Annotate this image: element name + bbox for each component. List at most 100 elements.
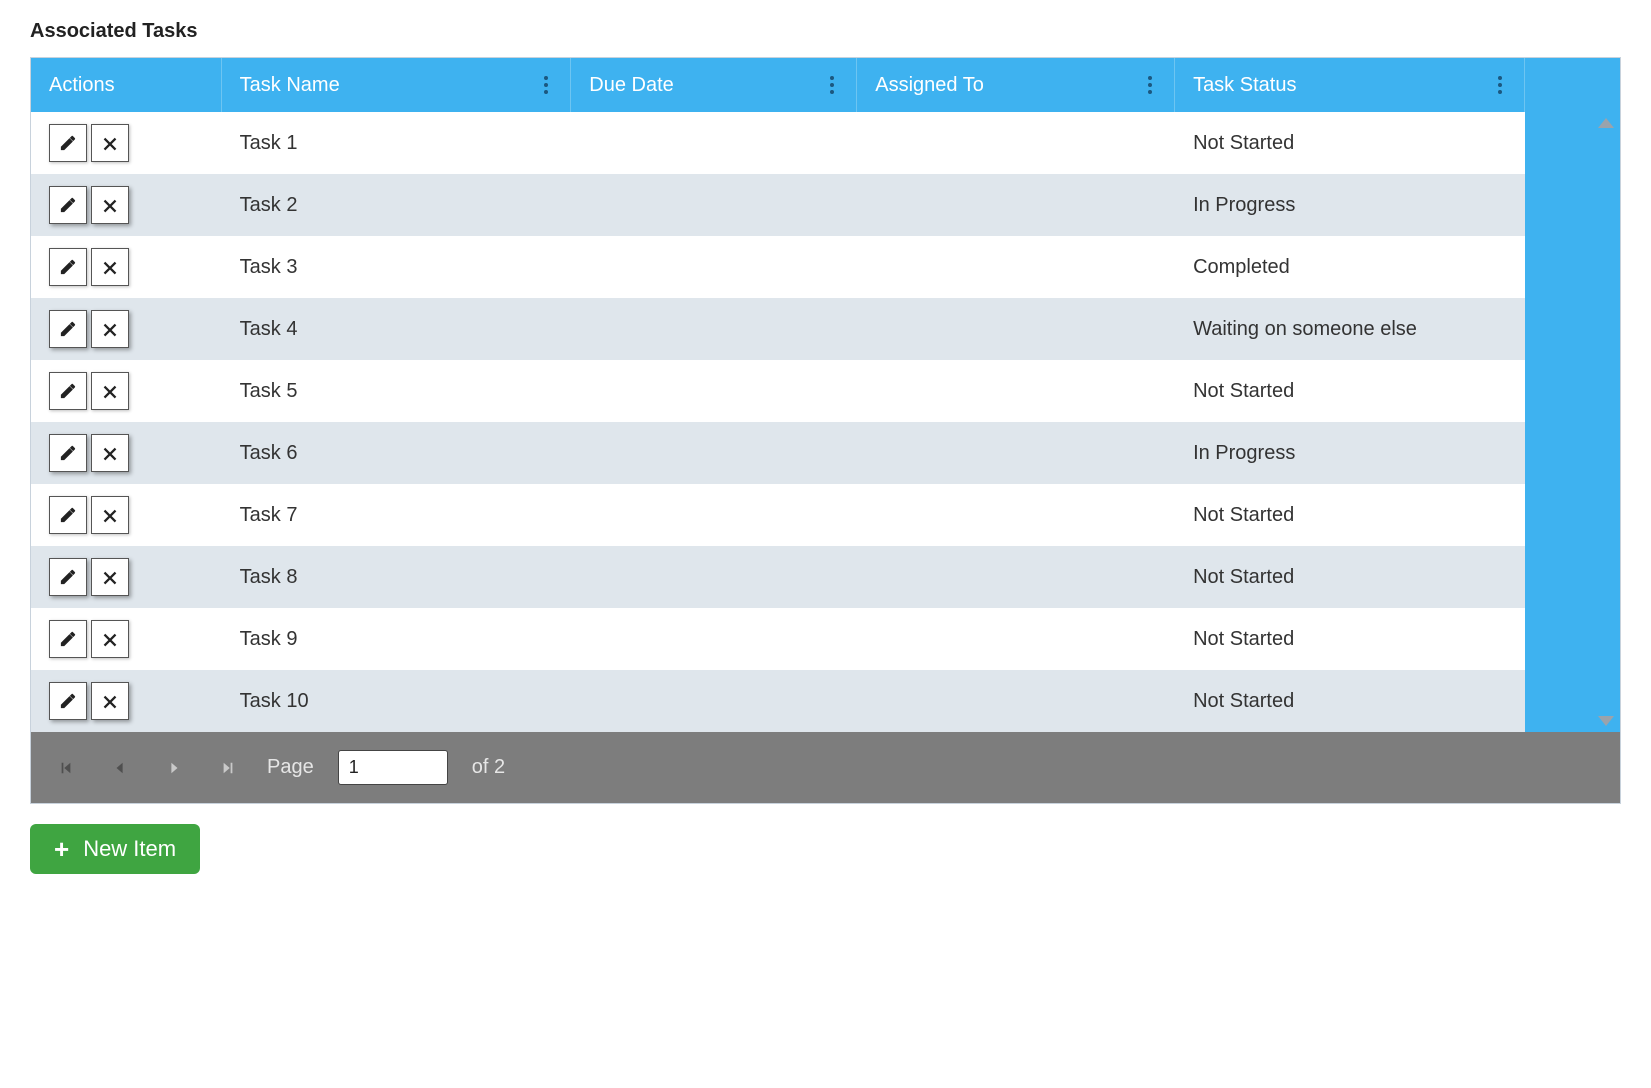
footer: + New Item — [30, 824, 1621, 874]
cell-actions — [31, 484, 222, 546]
cell-actions — [31, 360, 222, 422]
pencil-icon — [59, 444, 77, 462]
cell-task-status: Not Started — [1175, 112, 1525, 174]
edit-button[interactable] — [49, 682, 87, 720]
close-icon — [101, 258, 119, 276]
cell-actions — [31, 236, 222, 298]
edit-button[interactable] — [49, 558, 87, 596]
cell-task-name: Task 9 — [222, 608, 572, 670]
column-header-label: Actions — [49, 74, 115, 97]
cell-task-name: Task 1 — [222, 112, 572, 174]
cell-filler — [1525, 608, 1620, 670]
column-header-assigned-to[interactable]: Assigned To — [857, 58, 1175, 112]
column-header-filler — [1525, 58, 1620, 112]
pager-last-icon — [221, 761, 235, 775]
delete-button[interactable] — [91, 620, 129, 658]
pencil-icon — [59, 506, 77, 524]
close-icon — [101, 568, 119, 586]
cell-filler — [1525, 546, 1620, 608]
cell-filler — [1525, 422, 1620, 484]
edit-button[interactable] — [49, 434, 87, 472]
pager-prev-icon — [113, 761, 127, 775]
pager-first-button[interactable] — [51, 757, 81, 779]
cell-due-date — [571, 236, 857, 298]
cell-task-name: Task 8 — [222, 546, 572, 608]
delete-button[interactable] — [91, 434, 129, 472]
cell-due-date — [571, 608, 857, 670]
grid-body: Task 1 Not Started Task 2 In ProgressTask 3… — [31, 112, 1620, 732]
pager-first-icon — [59, 761, 73, 775]
pencil-icon — [59, 692, 77, 710]
cell-task-name: Task 2 — [222, 174, 572, 236]
cell-task-name: Task 5 — [222, 360, 572, 422]
pager-page-input[interactable] — [338, 750, 448, 785]
table-row: Task 3Completed — [31, 236, 1620, 298]
column-header-label: Task Name — [240, 74, 340, 97]
delete-button[interactable] — [91, 186, 129, 224]
cell-actions — [31, 112, 222, 174]
scroll-down-icon[interactable] — [1598, 716, 1614, 726]
cell-filler — [1525, 360, 1620, 422]
pager-total-label: of 2 — [472, 756, 505, 779]
cell-due-date — [571, 112, 857, 174]
cell-assigned-to — [857, 360, 1175, 422]
table-row: Task 7Not Started — [31, 484, 1620, 546]
cell-due-date — [571, 298, 857, 360]
close-icon — [101, 196, 119, 214]
table-row: Task 6In Progress — [31, 422, 1620, 484]
pager-last-button[interactable] — [213, 757, 243, 779]
close-icon — [101, 134, 119, 152]
edit-button[interactable] — [49, 372, 87, 410]
column-header-actions[interactable]: Actions — [31, 58, 222, 112]
scroll-up-icon[interactable] — [1598, 118, 1614, 128]
column-menu-icon[interactable] — [1144, 72, 1156, 98]
cell-filler — [1525, 484, 1620, 546]
cell-task-status: In Progress — [1175, 174, 1525, 236]
column-menu-icon[interactable] — [826, 72, 838, 98]
column-menu-icon[interactable] — [540, 72, 552, 98]
delete-button[interactable] — [91, 558, 129, 596]
edit-button[interactable] — [49, 124, 87, 162]
edit-button[interactable] — [49, 186, 87, 224]
delete-button[interactable] — [91, 248, 129, 286]
plus-icon: + — [54, 836, 69, 862]
edit-button[interactable] — [49, 496, 87, 534]
column-header-label: Due Date — [589, 74, 674, 97]
cell-task-status: Waiting on someone else — [1175, 298, 1525, 360]
column-header-task-name[interactable]: Task Name — [222, 58, 572, 112]
cell-due-date — [571, 422, 857, 484]
edit-button[interactable] — [49, 248, 87, 286]
cell-assigned-to — [857, 236, 1175, 298]
close-icon — [101, 506, 119, 524]
pencil-icon — [59, 258, 77, 276]
cell-assigned-to — [857, 608, 1175, 670]
delete-button[interactable] — [91, 310, 129, 348]
delete-button[interactable] — [91, 372, 129, 410]
tasks-grid: Actions Task Name Due Date Assigned To T… — [30, 57, 1621, 804]
cell-task-status: Completed — [1175, 236, 1525, 298]
cell-assigned-to — [857, 298, 1175, 360]
delete-button[interactable] — [91, 124, 129, 162]
cell-assigned-to — [857, 422, 1175, 484]
cell-task-status: Not Started — [1175, 608, 1525, 670]
column-header-due-date[interactable]: Due Date — [571, 58, 857, 112]
pager-next-button[interactable] — [159, 757, 189, 779]
delete-button[interactable] — [91, 496, 129, 534]
section-title: Associated Tasks — [30, 20, 1621, 43]
pencil-icon — [59, 134, 77, 152]
pager-prev-button[interactable] — [105, 757, 135, 779]
cell-assigned-to — [857, 174, 1175, 236]
new-item-button[interactable]: + New Item — [30, 824, 200, 874]
column-header-label: Task Status — [1193, 74, 1296, 97]
cell-assigned-to — [857, 112, 1175, 174]
column-header-task-status[interactable]: Task Status — [1175, 58, 1525, 112]
cell-task-name: Task 6 — [222, 422, 572, 484]
cell-actions — [31, 422, 222, 484]
pencil-icon — [59, 382, 77, 400]
edit-button[interactable] — [49, 310, 87, 348]
delete-button[interactable] — [91, 682, 129, 720]
edit-button[interactable] — [49, 620, 87, 658]
cell-due-date — [571, 360, 857, 422]
column-menu-icon[interactable] — [1494, 72, 1506, 98]
cell-task-name: Task 7 — [222, 484, 572, 546]
